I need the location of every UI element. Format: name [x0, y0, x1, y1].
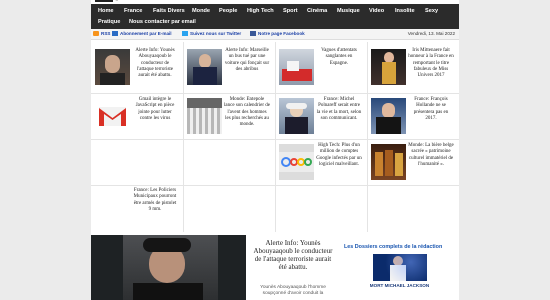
article-title[interactable]: Alerte Info: Marseille un bus tué par un…	[224, 48, 270, 73]
site-container: ▬▬ ▪ Home France Faits Divers Monde Peop…	[91, 0, 459, 300]
article-card[interactable]: Monde: Entepole lance son calendrier de …	[183, 95, 273, 140]
article-title[interactable]: Alerte Info: Younès Abouyaaqoub le condu…	[132, 48, 178, 79]
article-title[interactable]: Vagues d'attentats sanglantes en Espagne…	[316, 48, 362, 67]
nav-item-sport[interactable]: Sport	[283, 8, 298, 14]
article-card[interactable]: Iris Mittenaere fait honneur à la France…	[367, 46, 457, 91]
article-card[interactable]: Alerte Info: Younès Abouyaaqoub le condu…	[91, 46, 181, 91]
article-card[interactable]: Monde: La bière belge sacrée « patrimoin…	[367, 141, 457, 186]
article-thumbnail[interactable]	[95, 49, 130, 85]
facebook-icon	[250, 31, 256, 36]
article-thumbnail[interactable]	[279, 98, 314, 134]
article-title[interactable]: France: François Hollande ne se présente…	[408, 97, 454, 122]
nav-item-sexy[interactable]: Sexy	[425, 8, 438, 14]
nav-item-people[interactable]: People	[219, 8, 237, 14]
featured-title[interactable]: Alerte Info: Younès Abouyaaqoub le condu…	[252, 239, 334, 271]
dossier-image[interactable]	[373, 254, 427, 281]
main-nav: Home France Faits Divers Monde People Hi…	[91, 4, 459, 29]
info-bar: RSS Abonnement par E-mail Suivez nous su…	[91, 29, 459, 40]
dossiers-title[interactable]: Les Dossiers complets de la rédaction	[344, 244, 442, 250]
article-title[interactable]: Iris Mittenaere fait honneur à la France…	[408, 48, 454, 79]
article-thumbnail[interactable]	[187, 49, 222, 85]
nav-item-france[interactable]: France	[124, 8, 142, 14]
article-title[interactable]: Monde: La bière belge sacrée « patrimoin…	[408, 143, 454, 168]
article-thumbnail[interactable]	[371, 49, 406, 85]
article-title[interactable]: France: Les Policiers Municipaux pourron…	[132, 188, 178, 213]
featured-excerpt: Younès Abouyaaqoub l'homme soupçonné d'a…	[260, 285, 326, 296]
article-thumbnail[interactable]	[371, 144, 406, 180]
nav-item-monde[interactable]: Monde	[192, 8, 210, 14]
article-card[interactable]: Vagues d'attentats sanglantes en Espagne…	[275, 46, 365, 91]
twitter-icon	[182, 31, 188, 36]
article-card[interactable]: France: Les Policiers Municipaux pourron…	[91, 186, 181, 231]
nav-item-insolite[interactable]: Insolite	[395, 8, 415, 14]
rss-link[interactable]: RSS	[93, 31, 110, 36]
article-card[interactable]: Gmail intègre le JavaScript en pièce joi…	[91, 95, 181, 140]
gmail-icon	[99, 107, 126, 126]
dossier-caption[interactable]: MORT MICHAEL JACKSON	[340, 283, 459, 288]
article-thumbnail[interactable]	[187, 98, 222, 134]
featured-image[interactable]	[91, 235, 246, 300]
nav-item-pratique[interactable]: Pratique	[98, 19, 120, 25]
nav-item-musique[interactable]: Musique	[337, 8, 360, 14]
email-subscribe-link[interactable]: Abonnement par E-mail	[112, 31, 172, 36]
nav-item-faits-divers[interactable]: Faits Divers	[153, 8, 185, 14]
google-logo-thumbnail[interactable]	[279, 144, 314, 180]
current-date: Vendredi, 13. Mai 2022	[407, 31, 455, 36]
facebook-link[interactable]: Notre page Facebook	[250, 31, 305, 36]
twitter-link[interactable]: Suivez nous sur Twitter	[182, 31, 241, 36]
article-thumbnail[interactable]	[279, 49, 314, 85]
nav-item-contact[interactable]: Nous contacter par email	[129, 19, 196, 25]
google-icon	[279, 152, 314, 172]
article-card[interactable]: France: Michel Polnareff serait entre la…	[275, 95, 365, 140]
nav-item-high-tech[interactable]: High Tech	[247, 8, 274, 14]
gmail-logo-thumbnail[interactable]	[95, 98, 130, 134]
nav-item-cinema[interactable]: Cinéma	[307, 8, 327, 14]
article-title[interactable]: Gmail intègre le JavaScript en pièce joi…	[132, 97, 178, 122]
facebook-label: Notre page Facebook	[258, 31, 305, 36]
article-thumbnail[interactable]	[371, 98, 406, 134]
email-icon	[112, 31, 118, 36]
email-label: Abonnement par E-mail	[120, 31, 172, 36]
article-card[interactable]: France: François Hollande ne se présente…	[367, 95, 457, 140]
article-card[interactable]: High Tech: Plus d'un million de comptes …	[275, 141, 365, 186]
rss-label: RSS	[101, 31, 111, 36]
article-title[interactable]: High Tech: Plus d'un million de comptes …	[316, 143, 362, 168]
article-title[interactable]: Monde: Entepole lance son calendrier de …	[224, 97, 270, 128]
nav-item-home[interactable]: Home	[98, 8, 114, 14]
rss-icon	[93, 31, 99, 36]
twitter-label: Suivez nous sur Twitter	[190, 31, 242, 36]
article-title[interactable]: France: Michel Polnareff serait entre la…	[316, 97, 362, 122]
featured-article: Alerte Info: Younès Abouyaaqoub le condu…	[91, 235, 337, 300]
nav-item-video[interactable]: Video	[369, 8, 384, 14]
article-card[interactable]: Alerte Info: Marseille un bus tué par un…	[183, 46, 273, 91]
dossiers-panel: Les Dossiers complets de la rédaction MO…	[340, 235, 459, 300]
